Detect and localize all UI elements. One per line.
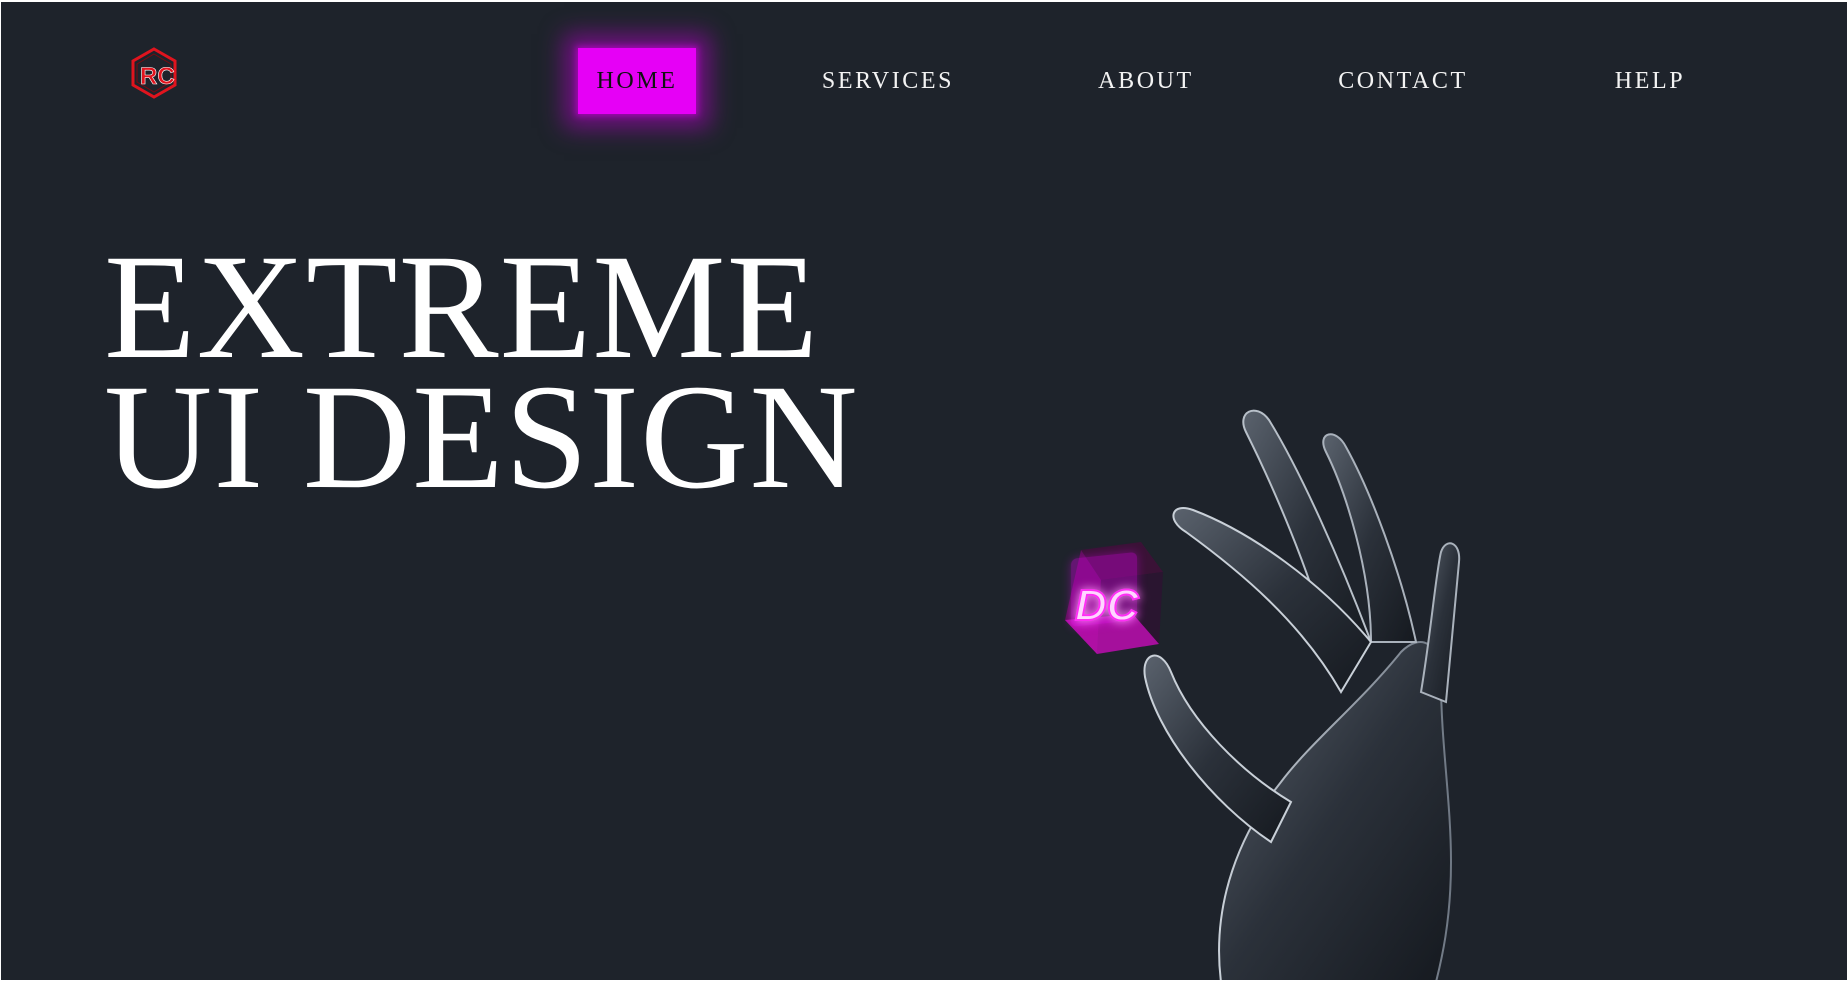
hero-title-line-1: EXTREME: [104, 224, 820, 390]
hand-holding-cube-icon: DC: [1065, 409, 1461, 980]
nav-item-home[interactable]: HOME: [578, 48, 696, 114]
cube-icon: DC: [1065, 542, 1163, 654]
hero-title: EXTREME UI DESIGN: [104, 224, 859, 520]
nav-item-contact[interactable]: CONTACT: [1333, 48, 1473, 114]
nav-item-about[interactable]: ABOUT: [1091, 48, 1201, 114]
landing-page: RC HOME SERVICES ABOUT CONTACT HELP EXTR…: [1, 2, 1847, 980]
cube-label: DC: [1075, 581, 1140, 630]
nav-item-services[interactable]: SERVICES: [811, 48, 965, 114]
hero-title-line-2: UI DESIGN: [104, 354, 859, 520]
nav-item-help[interactable]: HELP: [1607, 48, 1693, 114]
main-nav: HOME SERVICES ABOUT CONTACT HELP: [1, 2, 1847, 152]
